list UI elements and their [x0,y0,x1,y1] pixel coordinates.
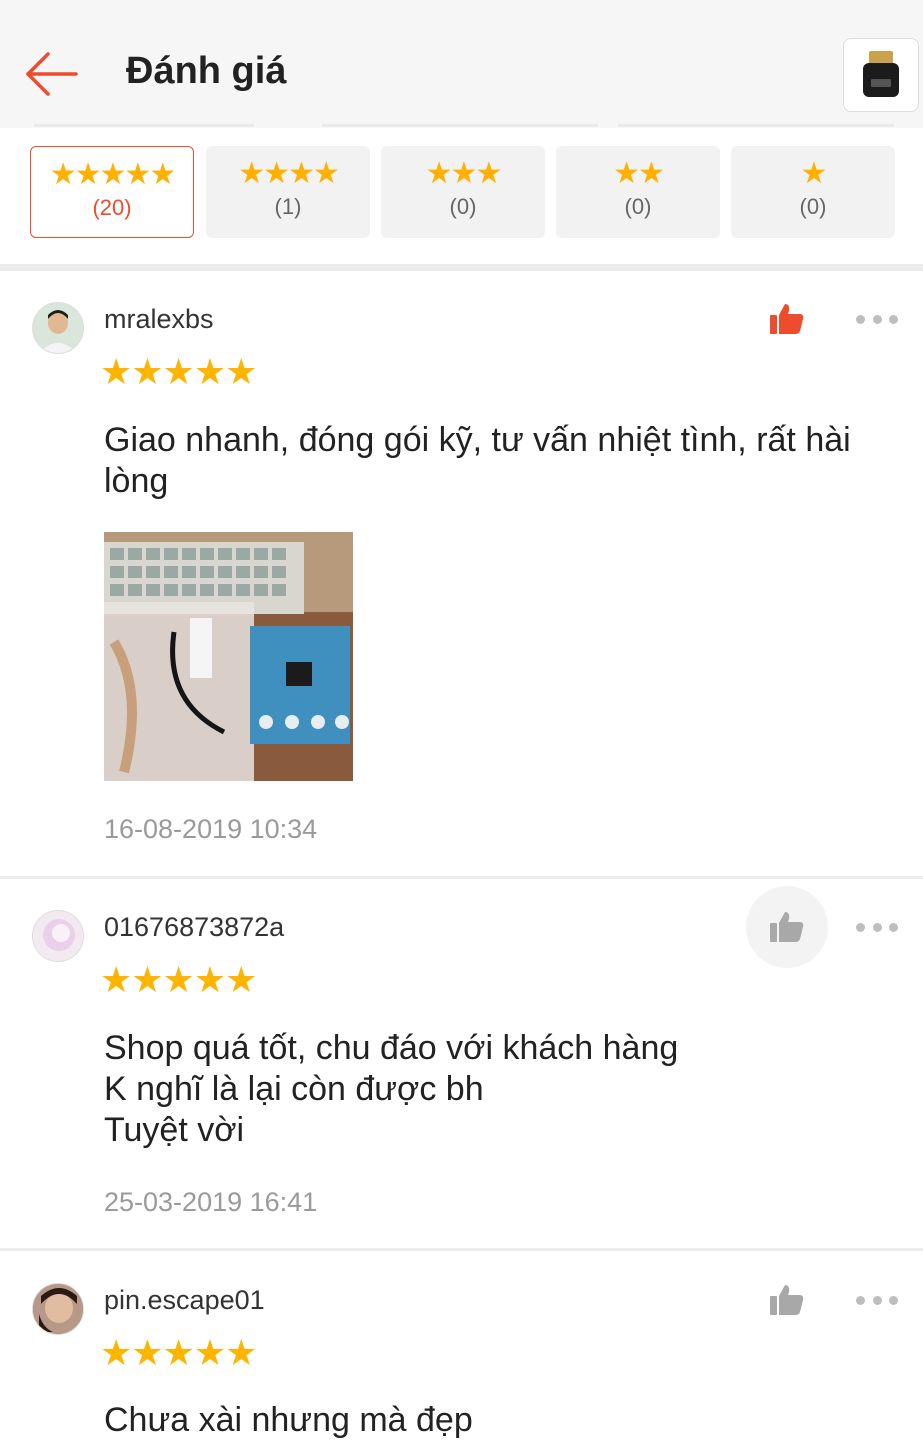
filter-stars: ★ [800,157,828,190]
review-username: pin.escape01 [104,1285,265,1315]
review-divider [0,1248,923,1251]
product-photo-icon [104,532,353,781]
thumbs-up-icon [770,1285,804,1315]
review-text: Giao nhanh, đóng gói kỹ, tư vấn nhiệt tì… [104,421,851,500]
filter-stars: ★★★★ [238,157,340,190]
thumbs-up-icon [770,304,804,334]
header-divider [34,124,254,127]
filter-stars: ★★★ [425,157,503,190]
review-stars: ★★★★★ [100,351,257,392]
dot-icon [872,922,882,932]
filter-5-stars[interactable]: ★★★★★ (20) [30,146,194,238]
avatar[interactable] [32,302,84,354]
review-stars: ★★★★★ [100,1332,257,1373]
filter-1-star[interactable]: ★ (0) [731,146,895,238]
dot-icon [856,922,865,932]
rating-filter-bar: ★★★★★ (20) ★★★★ (1) ★★★ (0) ★★ (0) ★ (0) [0,128,923,266]
review-username: mralexbs [104,304,214,334]
dot-icon [889,314,898,324]
filter-stars: ★★ [613,157,665,190]
page-title: Đánh giá [126,50,287,92]
avatar[interactable] [32,910,84,962]
filter-count: (1) [274,194,302,219]
filter-4-stars[interactable]: ★★★★ (1) [206,146,370,238]
review-divider [0,876,923,879]
dot-icon [889,1295,898,1305]
filter-count: (0) [449,194,477,219]
review-text: Chưa xài nhưng mà đẹp [104,1401,473,1439]
filter-3-stars[interactable]: ★★★ (0) [381,146,545,238]
filter-2-stars[interactable]: ★★ (0) [556,146,720,238]
product-thumbnail[interactable] [843,38,919,112]
avatar[interactable] [32,1283,84,1335]
filter-count: (0) [624,194,652,219]
review-stars: ★★★★★ [100,959,257,1000]
review-date: 16-08-2019 10:34 [104,814,318,844]
user-photo-icon [33,303,83,353]
like-button[interactable] [746,1259,828,1341]
section-divider [0,264,923,271]
arrow-left-icon [26,52,78,96]
header-divider [618,124,894,127]
filter-stars: ★★★★★ [49,158,176,191]
more-options-button[interactable] [856,1293,898,1307]
dot-icon [856,314,865,324]
more-options-button[interactable] [856,920,898,934]
filter-count: (0) [799,194,827,219]
user-photo-icon [33,911,83,961]
app-header: Đánh giá [0,0,923,128]
dot-icon [856,1295,865,1305]
back-button[interactable] [22,48,82,100]
review-username: 01676873872a [104,912,285,942]
more-options-button[interactable] [856,312,898,326]
dot-icon [872,1295,882,1305]
dot-icon [872,314,882,324]
review-photo[interactable] [104,532,353,781]
filter-count: (20) [92,195,132,220]
like-button[interactable] [746,278,828,360]
review-date: 25-03-2019 16:41 [104,1187,318,1217]
usb-bluetooth-dongle-icon [863,51,899,97]
thumbs-up-icon [770,912,804,942]
dot-icon [889,922,898,932]
review-text: Shop quá tốt, chu đáo với khách hàng K n… [104,1029,679,1149]
header-divider [322,124,598,127]
user-photo-icon [33,1284,83,1334]
like-button[interactable] [746,886,828,968]
